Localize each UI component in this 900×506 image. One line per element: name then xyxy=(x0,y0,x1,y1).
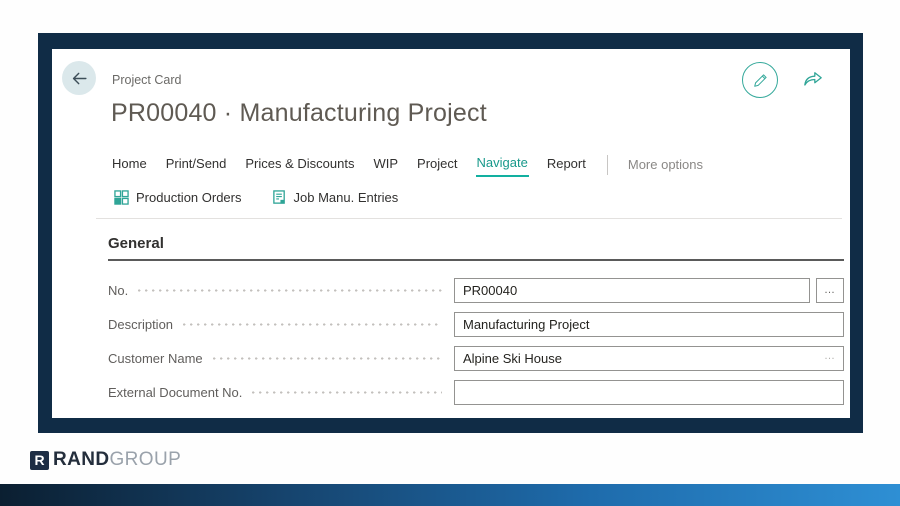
action-label: Job Manu. Entries xyxy=(293,190,399,205)
gradient-accent-bar xyxy=(0,484,900,506)
menu-item-print-send[interactable]: Print/Send xyxy=(165,153,228,176)
ribbon-divider xyxy=(96,218,842,219)
share-icon[interactable] xyxy=(802,70,824,90)
customer-name-lookup-button[interactable]: … xyxy=(824,350,836,362)
menu-item-home[interactable]: Home xyxy=(111,153,148,176)
randgroup-logo: R RAND GROUP xyxy=(30,449,181,471)
screenshot-frame: Project Card PR00040 · Manufacturing Pro… xyxy=(38,33,863,433)
edit-button[interactable] xyxy=(742,62,778,98)
no-input[interactable] xyxy=(454,277,810,303)
more-options-button[interactable]: More options xyxy=(628,157,703,172)
customer-name-label: Customer Name xyxy=(108,350,203,366)
no-label: No. xyxy=(108,282,129,298)
menu-divider xyxy=(606,154,608,175)
brand-name-light: GROUP xyxy=(109,449,182,470)
menu-item-prices-discounts[interactable]: Prices & Discounts xyxy=(244,153,355,176)
back-button[interactable] xyxy=(62,61,96,95)
back-arrow-icon xyxy=(72,72,87,84)
dotted-leader xyxy=(212,356,442,360)
no-assist-edit-button[interactable]: … xyxy=(816,277,844,303)
dotted-leader xyxy=(183,322,442,326)
action-label: Production Orders xyxy=(136,190,242,205)
menu-item-wip[interactable]: WIP xyxy=(372,153,399,176)
navigate-action-bar: Production Orders Job Manu. Entries xyxy=(114,190,398,205)
field-row-no: No. … xyxy=(108,277,844,303)
description-label: Description xyxy=(108,316,174,332)
brand-name-bold: RAND xyxy=(53,449,110,470)
pencil-icon xyxy=(753,73,767,87)
production-orders-icon xyxy=(114,190,129,205)
job-manu-entries-button[interactable]: Job Manu. Entries xyxy=(272,190,399,205)
slide-background: Project Card PR00040 · Manufacturing Pro… xyxy=(0,0,900,506)
external-doc-no-label: External Document No. xyxy=(108,384,243,400)
field-row-external-doc-no: External Document No. xyxy=(108,379,844,405)
dotted-leader xyxy=(138,288,442,292)
page-caption: Project Card xyxy=(112,73,182,87)
customer-name-input[interactable] xyxy=(454,345,844,371)
description-input[interactable] xyxy=(454,311,844,337)
production-orders-button[interactable]: Production Orders xyxy=(114,190,242,205)
field-row-description: Description xyxy=(108,311,844,337)
menu-item-navigate[interactable]: Navigate xyxy=(475,152,529,177)
page-title: PR00040 · Manufacturing Project xyxy=(111,99,487,127)
dotted-leader xyxy=(252,390,442,394)
general-section-rule xyxy=(108,259,844,261)
randgroup-logo-mark: R xyxy=(30,450,49,470)
project-card-window: Project Card PR00040 · Manufacturing Pro… xyxy=(52,49,850,418)
menu-item-project[interactable]: Project xyxy=(416,153,458,176)
external-doc-no-input[interactable] xyxy=(454,379,844,405)
job-entries-icon xyxy=(272,190,285,204)
menu-item-report[interactable]: Report xyxy=(546,153,587,176)
ribbon-menu: Home Print/Send Prices & Discounts WIP P… xyxy=(111,152,703,177)
field-row-customer-name: Customer Name … xyxy=(108,345,844,371)
general-section-title: General xyxy=(108,235,164,252)
